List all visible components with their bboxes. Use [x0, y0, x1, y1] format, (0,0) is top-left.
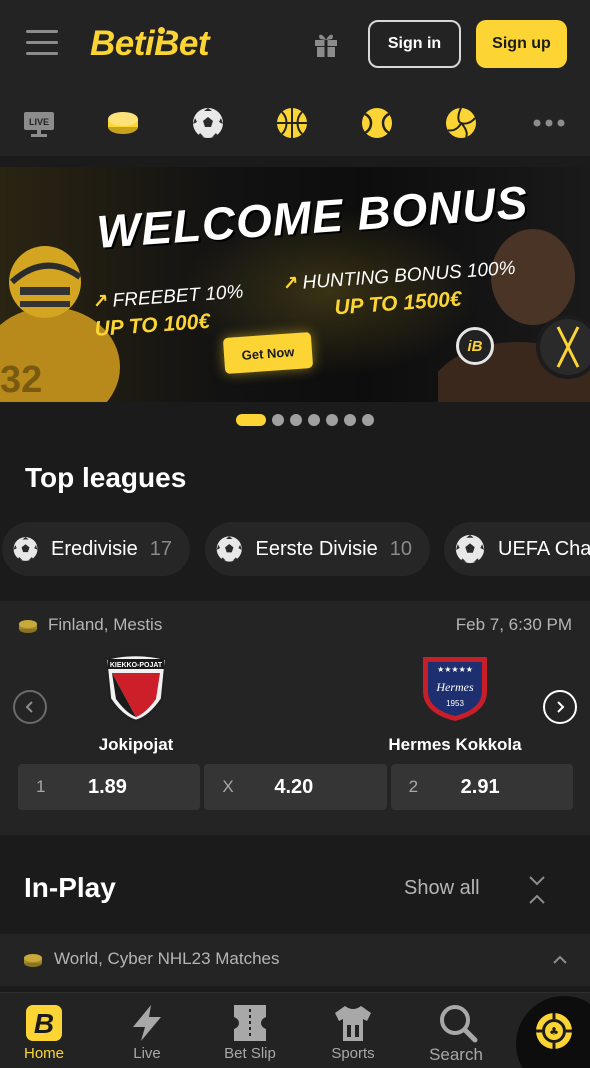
away-team-name: Hermes Kokkola [388, 735, 522, 754]
soccer-ball-icon[interactable] [191, 106, 225, 140]
in-play-league-row[interactable]: World, Cyber NHL23 Matches [0, 934, 590, 986]
collapse-icon[interactable] [526, 875, 548, 905]
next-match-button[interactable] [543, 690, 577, 724]
chevron-up-icon[interactable] [551, 951, 569, 969]
home-team-name: Jokipojat [98, 735, 174, 754]
league-chip-eerste-divisie[interactable]: Eerste Divisie 10 [205, 522, 430, 576]
jokipojat-logo: KIEKKO-POJAT [104, 653, 168, 723]
carousel-dot-active[interactable] [236, 414, 266, 426]
casino-chip-icon: ♣ [536, 1013, 572, 1049]
in-play-title: In-Play [24, 872, 116, 903]
bottom-nav: B Home Live Bet Slip Sports Search [0, 992, 590, 1068]
carousel-dot[interactable] [272, 414, 284, 426]
nav-search[interactable]: Search [406, 993, 506, 1068]
match-league: Finland, Mestis [48, 615, 163, 634]
match-card[interactable]: Finland, Mestis Feb 7, 6:30 PM KIEKKO-PO… [0, 601, 590, 835]
hockey-puck-icon [24, 954, 42, 967]
odd-draw-button[interactable]: X 4.20 [204, 764, 387, 810]
carousel-dot[interactable] [362, 414, 374, 426]
league-chip-eredivisie[interactable]: Eredivisie 17 [2, 522, 190, 576]
svg-text:B: B [34, 1008, 54, 1039]
odd-away-button[interactable]: 2 2.91 [390, 764, 573, 810]
search-icon [440, 1005, 478, 1043]
in-play-league: World, Cyber NHL23 Matches [54, 949, 280, 968]
svg-text:1953: 1953 [446, 699, 464, 708]
hockey-puck-icon [19, 620, 37, 633]
hermes-kokkola-logo: ★★★★★ Hermes 1953 [423, 657, 487, 721]
soccer-ball-icon [13, 537, 38, 561]
gift-icon[interactable] [312, 30, 340, 58]
previous-match-button[interactable] [13, 690, 47, 724]
carousel-dot[interactable] [308, 414, 320, 426]
brand-logo[interactable]: BetiBet [90, 24, 210, 64]
menu-icon[interactable] [26, 30, 58, 58]
tennis-ball-icon[interactable] [360, 106, 394, 140]
brand-badge: iB [456, 327, 494, 365]
soccer-ball-icon [216, 536, 242, 562]
basketball-icon[interactable] [275, 106, 309, 140]
logo-ball-icon [156, 25, 167, 36]
odds-row: 1 1.89 X 4.20 2 2.91 [18, 764, 573, 810]
svg-text:KIEKKO-POJAT: KIEKKO-POJAT [110, 662, 163, 669]
svg-text:Hermes: Hermes [435, 680, 474, 694]
promo-freebet: ↗ FREEBET 10% UP TO 100€ [92, 281, 245, 341]
svg-text:LIVE: LIVE [29, 117, 49, 127]
league-list: Eredivisie 17 Eerste Divisie 10 UEFA Cha [0, 522, 590, 576]
betslip-icon [234, 1005, 266, 1041]
show-all-link[interactable]: Show all [404, 877, 480, 900]
promo-banner[interactable]: 32 WELCOME BONUS ↗ FREEBET 10% UP TO 100€… [0, 167, 590, 402]
odd-home-button[interactable]: 1 1.89 [18, 764, 201, 810]
nav-live[interactable]: Live [97, 993, 197, 1068]
nav-sports[interactable]: Sports [303, 993, 403, 1068]
match-date: Feb 7, 6:30 PM [455, 615, 572, 634]
nav-bet-slip[interactable]: Bet Slip [200, 993, 300, 1068]
sign-up-button[interactable]: Sign up [476, 20, 567, 68]
app-header: BetiBet Sign in Sign up [0, 0, 590, 90]
soccer-ball-icon [455, 534, 485, 564]
chevron-left-icon [25, 701, 33, 713]
carousel-dot[interactable] [290, 414, 302, 426]
nav-home[interactable]: B Home [0, 993, 94, 1068]
sign-in-button[interactable]: Sign in [368, 20, 461, 68]
carousel-dot[interactable] [344, 414, 356, 426]
sport-nav: LIVE [0, 90, 590, 156]
volleyball-icon[interactable] [444, 106, 478, 140]
league-chip-uefa[interactable]: UEFA Cha [444, 522, 590, 576]
carousel-dots [236, 414, 374, 426]
chevron-right-icon [557, 701, 565, 713]
svg-text:♣: ♣ [549, 1025, 559, 1038]
jersey-icon [335, 1006, 371, 1041]
svg-text:32: 32 [0, 359, 42, 401]
hockey-puck-icon[interactable] [106, 106, 140, 140]
get-now-button[interactable]: Get Now [222, 331, 314, 375]
more-icon[interactable] [532, 106, 566, 140]
lightning-icon [133, 1005, 161, 1041]
live-tv-icon[interactable]: LIVE [22, 106, 56, 140]
top-leagues-title: Top leagues [25, 462, 187, 493]
home-b-icon: B [26, 1005, 62, 1041]
carousel-dot[interactable] [326, 414, 338, 426]
svg-text:★★★★★: ★★★★★ [437, 665, 473, 674]
